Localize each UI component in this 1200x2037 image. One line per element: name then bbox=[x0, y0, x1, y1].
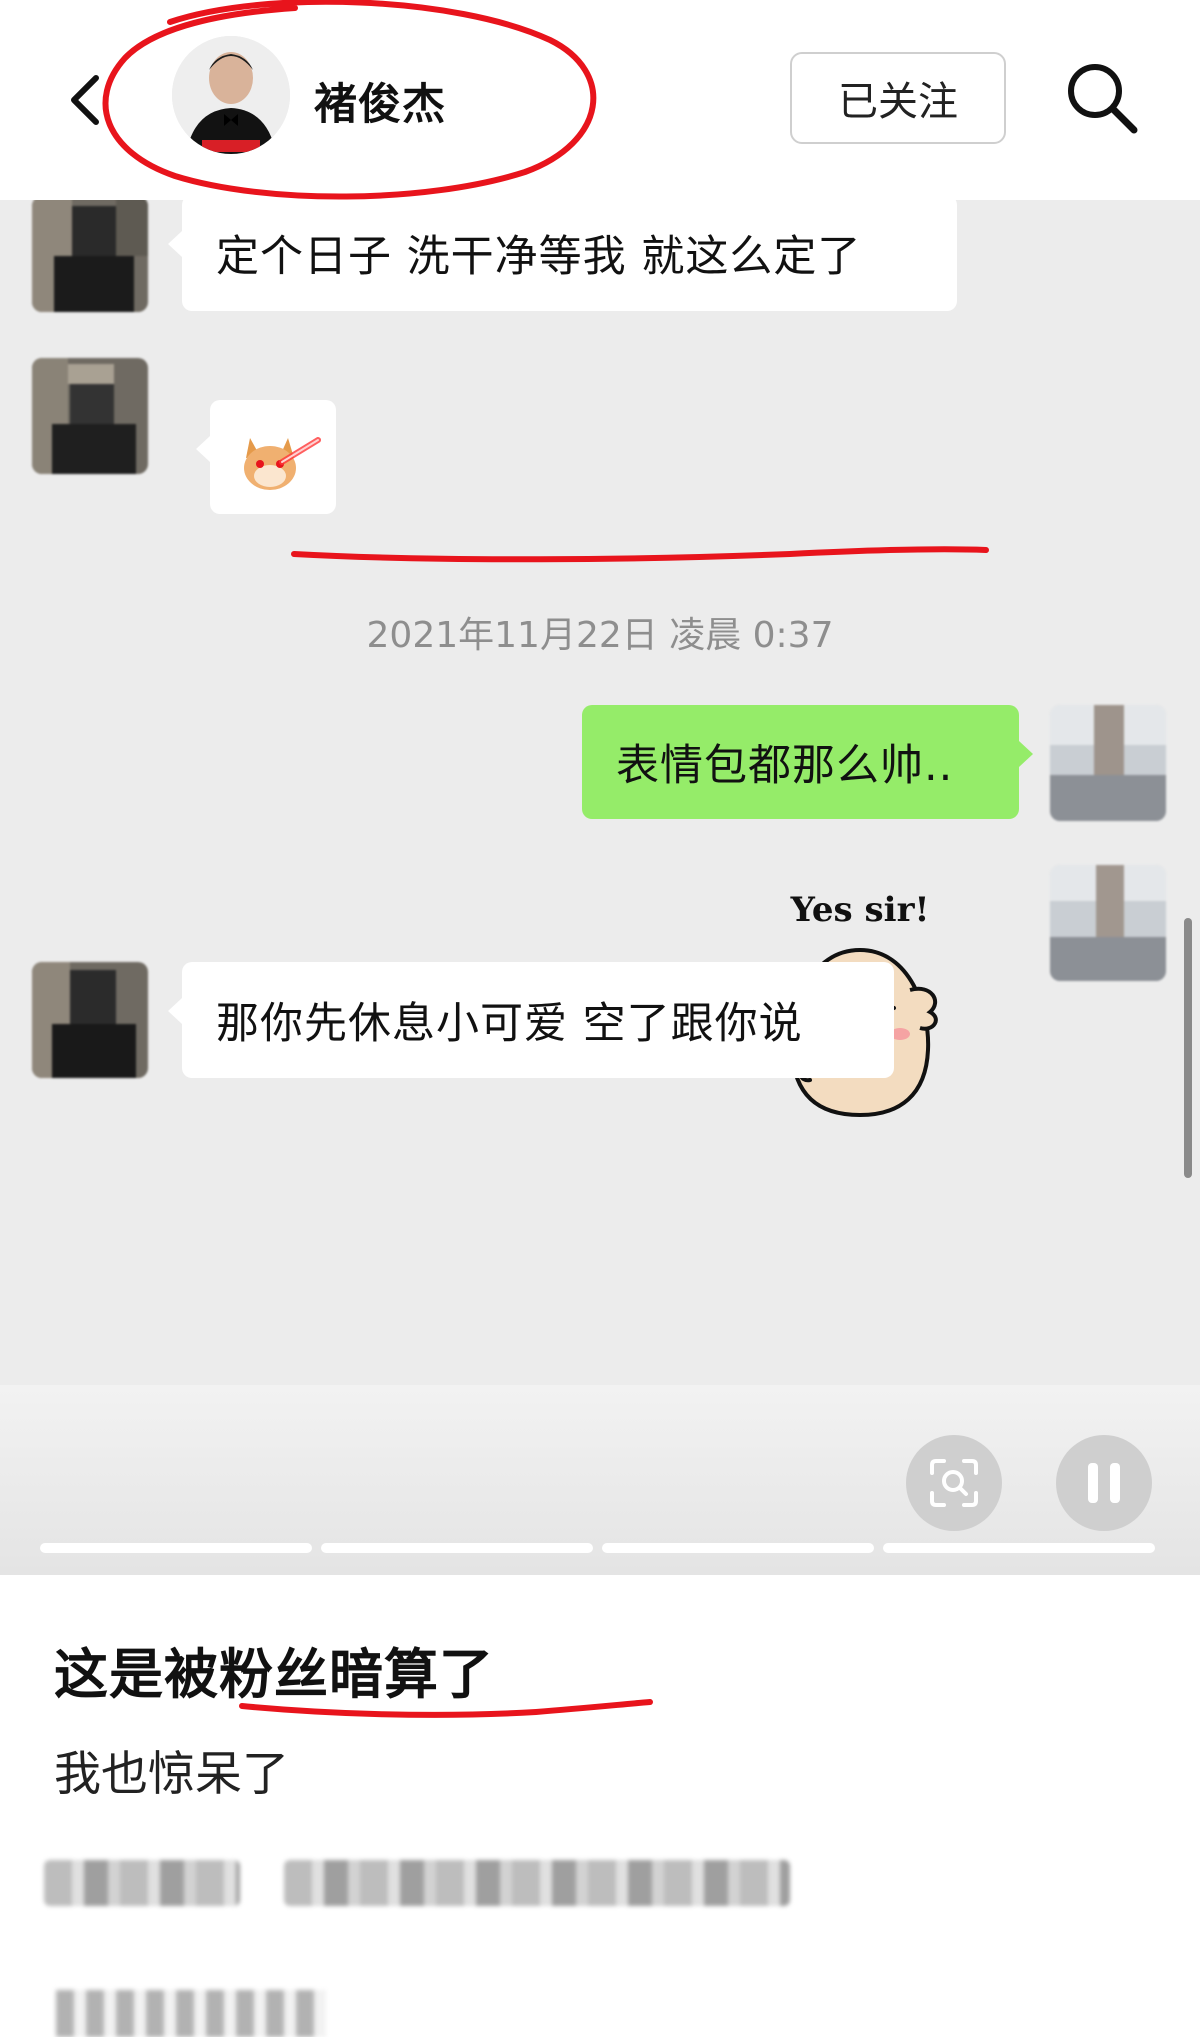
chat-scrollbar[interactable] bbox=[1184, 918, 1192, 1178]
sticker-message[interactable] bbox=[196, 400, 336, 514]
chat-area[interactable]: 定个日子 洗干净等我 就这么定了 2021年11月22日 凌晨 0:37 表情包… bbox=[0, 200, 1200, 1385]
message-text: 表情包都那么帅.. bbox=[616, 741, 954, 791]
progress-segment[interactable] bbox=[883, 1543, 1155, 1553]
chat-timestamp: 2021年11月22日 凌晨 0:37 bbox=[366, 615, 834, 656]
follow-button[interactable]: 已关注 bbox=[790, 52, 1006, 144]
blurred-post-meta bbox=[56, 1990, 326, 2037]
search-icon[interactable] bbox=[1062, 58, 1142, 138]
media-controls bbox=[0, 1385, 1200, 1575]
message-bubble[interactable]: 那你先休息小可爱 空了跟你说 bbox=[168, 962, 894, 1078]
contact-avatar[interactable] bbox=[32, 200, 148, 312]
progress-segment[interactable] bbox=[40, 1543, 312, 1553]
carousel-progress bbox=[40, 1543, 1155, 1553]
message-bubble[interactable]: 定个日子 洗干净等我 就这么定了 bbox=[168, 200, 957, 311]
post-body: 我也惊呆了 bbox=[54, 1747, 289, 1802]
blurred-text bbox=[284, 1860, 790, 1906]
contact-avatar[interactable] bbox=[32, 358, 148, 474]
message-text: 定个日子 洗干净等我 就这么定了 bbox=[216, 232, 862, 282]
sticker-caption: Yes sir! bbox=[790, 890, 930, 930]
blurred-text bbox=[44, 1860, 240, 1906]
scan-button[interactable] bbox=[906, 1435, 1002, 1531]
avatar[interactable] bbox=[172, 36, 290, 154]
chevron-left-icon[interactable] bbox=[66, 72, 106, 128]
shiba-laser-eyes-sticker bbox=[244, 437, 321, 490]
progress-segment[interactable] bbox=[321, 1543, 593, 1553]
self-avatar[interactable] bbox=[1050, 705, 1166, 821]
contact-avatar[interactable] bbox=[32, 962, 148, 1078]
profile-header: 褚俊杰 已关注 bbox=[0, 0, 1200, 200]
message-text: 那你先休息小可爱 空了跟你说 bbox=[216, 999, 803, 1049]
self-avatar[interactable] bbox=[1050, 865, 1166, 981]
red-annotation-underline bbox=[291, 546, 989, 563]
progress-segment[interactable] bbox=[602, 1543, 874, 1553]
pause-button[interactable] bbox=[1056, 1435, 1152, 1531]
user-name[interactable]: 褚俊杰 bbox=[314, 70, 446, 132]
pause-icon bbox=[1088, 1463, 1120, 1503]
scan-icon bbox=[930, 1459, 978, 1507]
message-bubble[interactable]: 表情包都那么帅.. bbox=[582, 705, 1033, 819]
post-title: 这是被粉丝暗算了 bbox=[54, 1643, 494, 1706]
